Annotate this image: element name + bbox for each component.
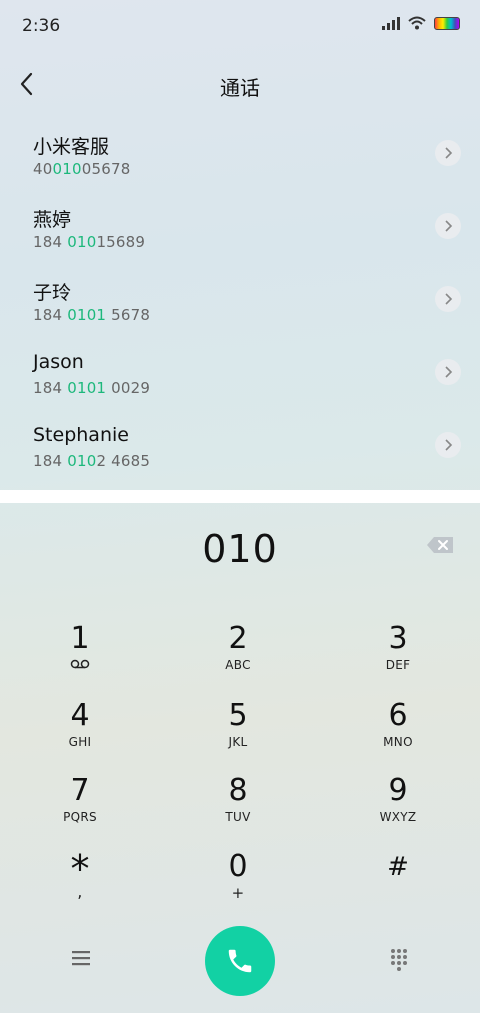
bottom-bar <box>0 920 480 1000</box>
number-match-highlight: 0101 <box>67 306 107 324</box>
status-time: 2:36 <box>22 16 61 36</box>
key-letters: ABC <box>225 658 251 672</box>
key-digit: 2 <box>228 621 248 656</box>
contact-number: 184 0101 0029 <box>33 379 150 397</box>
page-title: 通话 <box>220 76 260 100</box>
number-match-highlight: 0101 <box>67 379 107 397</box>
contact-name: Jason <box>33 351 84 373</box>
key-2[interactable]: 2 ABC <box>178 622 298 692</box>
key-digit: 7 <box>70 773 90 808</box>
contact-row[interactable]: Stephanie 184 0102 4685 <box>0 410 480 482</box>
key-digit: # <box>387 852 409 882</box>
key-7[interactable]: 7 PQRS <box>20 774 140 844</box>
key-9[interactable]: 9 WXYZ <box>338 774 458 844</box>
signal-icon <box>382 16 400 30</box>
key-star[interactable]: * , <box>20 850 140 920</box>
contact-details-button[interactable] <box>435 286 461 312</box>
number-suffix: 0029 <box>106 379 151 397</box>
key-letters: TUV <box>225 810 251 824</box>
key-letters: MNO <box>383 735 413 749</box>
contact-number: 184 0102 4685 <box>33 452 150 470</box>
status-icons <box>382 16 460 30</box>
dialed-number: 010 <box>202 527 278 571</box>
battery-icon <box>434 16 460 30</box>
key-letters: GHI <box>68 735 92 749</box>
number-match-highlight: 010 <box>67 452 97 470</box>
backspace-icon[interactable] <box>426 536 454 554</box>
key-digit: 0 <box>228 849 248 884</box>
contact-number: 184 01015689 <box>33 233 145 251</box>
key-0[interactable]: 0 + <box>178 850 298 920</box>
key-digit: 1 <box>70 621 90 656</box>
chevron-right-icon <box>445 366 453 378</box>
contact-number: 4001005678 <box>33 160 130 178</box>
key-digit: 3 <box>388 621 408 656</box>
key-letters: , <box>77 882 83 901</box>
number-prefix: 184 <box>33 379 68 397</box>
contact-details-button[interactable] <box>435 213 461 239</box>
contact-row[interactable]: 子玲 184 0101 5678 <box>0 264 480 336</box>
contact-row[interactable]: 小米客服 4001005678 <box>0 118 480 190</box>
chevron-right-icon <box>445 293 453 305</box>
contact-details-button[interactable] <box>435 140 461 166</box>
key-5[interactable]: 5 JKL <box>178 699 298 769</box>
number-suffix: 5678 <box>106 306 151 324</box>
key-digit: 6 <box>388 698 408 733</box>
number-prefix: 184 <box>33 306 68 324</box>
contact-name: 小米客服 <box>33 136 110 158</box>
number-prefix: 184 <box>33 233 68 251</box>
key-letters: JKL <box>228 735 248 749</box>
key-1[interactable]: 1 <box>20 622 140 692</box>
number-suffix: 15689 <box>96 233 146 251</box>
chevron-right-icon <box>445 220 453 232</box>
number-match-highlight: 010 <box>67 233 97 251</box>
search-results-list: 小米客服 4001005678 燕婷 184 01015689 子玲 184 0… <box>0 118 480 490</box>
contact-details-button[interactable] <box>435 432 461 458</box>
status-bar: 2:36 <box>0 0 480 50</box>
contact-row[interactable]: Jason 184 0101 0029 <box>0 337 480 409</box>
contact-number: 184 0101 5678 <box>33 306 150 324</box>
key-letters: DEF <box>385 658 411 672</box>
voicemail-icon <box>70 659 90 669</box>
contact-name: 子玲 <box>33 282 72 304</box>
divider <box>0 490 480 503</box>
contact-name: Stephanie <box>33 424 129 446</box>
key-4[interactable]: 4 GHI <box>20 699 140 769</box>
key-3[interactable]: 3 DEF <box>338 622 458 692</box>
key-digit: 9 <box>388 773 408 808</box>
contact-details-button[interactable] <box>435 359 461 385</box>
key-digit: 8 <box>228 773 248 808</box>
dial-display: 010 <box>0 503 480 593</box>
key-letters: + <box>231 884 245 902</box>
key-6[interactable]: 6 MNO <box>338 699 458 769</box>
contact-name: 燕婷 <box>33 209 72 231</box>
dialpad-icon[interactable] <box>389 948 409 972</box>
number-prefix: 184 <box>33 452 68 470</box>
number-prefix: 40 <box>33 160 53 178</box>
wifi-icon <box>408 16 426 30</box>
key-letters: WXYZ <box>379 810 417 824</box>
chevron-right-icon <box>445 439 453 451</box>
header: 通话 <box>0 60 480 110</box>
chevron-right-icon <box>445 147 453 159</box>
call-button[interactable] <box>205 926 275 996</box>
key-8[interactable]: 8 TUV <box>178 774 298 844</box>
key-digit: 4 <box>70 698 90 733</box>
number-suffix: 05678 <box>81 160 131 178</box>
menu-icon[interactable] <box>70 948 92 968</box>
number-match-highlight: 010 <box>52 160 82 178</box>
key-digit: 5 <box>228 698 248 733</box>
key-letters: PQRS <box>63 810 97 824</box>
number-suffix: 2 4685 <box>96 452 151 470</box>
contact-row[interactable]: 燕婷 184 01015689 <box>0 191 480 263</box>
phone-icon <box>228 949 252 973</box>
key-hash[interactable]: # <box>338 850 458 920</box>
